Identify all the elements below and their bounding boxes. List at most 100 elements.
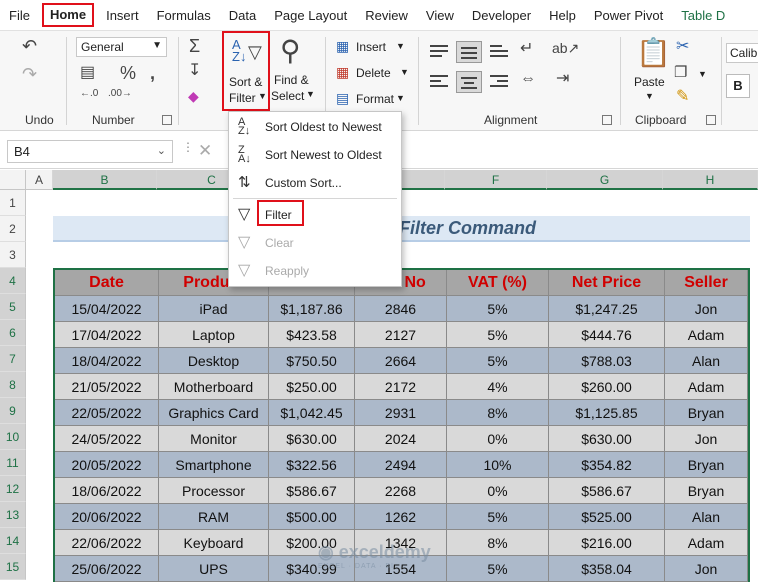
cell-bill-no[interactable]: 2268	[355, 478, 447, 504]
cell-date[interactable]: 25/06/2022	[55, 556, 159, 582]
cell-bill-no[interactable]: 2931	[355, 400, 447, 426]
magnifier-icon[interactable]: ⚲	[280, 37, 301, 65]
fill-icon[interactable]: ↧	[188, 63, 201, 79]
cell-vat[interactable]: 5%	[447, 348, 549, 374]
cell-date[interactable]: 22/06/2022	[55, 530, 159, 556]
tab-home[interactable]: Home	[41, 3, 95, 27]
increase-decimal-icon[interactable]: ←.0	[80, 89, 98, 99]
menu-item-sort-newest-oldest[interactable]: Z A↓ Sort Newest to Oldest	[229, 142, 401, 168]
align-middle-icon[interactable]	[456, 41, 482, 63]
cell-product[interactable]: Desktop	[159, 348, 269, 374]
tab-help[interactable]: Help	[540, 0, 585, 31]
orientation-icon[interactable]: ab↗	[552, 41, 579, 55]
cell-vat[interactable]: 5%	[447, 504, 549, 530]
cell-product[interactable]: Monitor	[159, 426, 269, 452]
cell-product[interactable]: RAM	[159, 504, 269, 530]
cell-vat[interactable]: 5%	[447, 322, 549, 348]
cell-vat[interactable]: 4%	[447, 374, 549, 400]
row-header[interactable]: 15	[0, 554, 26, 580]
cell-bill-no[interactable]: 2494	[355, 452, 447, 478]
number-dialog-launcher-icon[interactable]	[162, 115, 172, 125]
row-header[interactable]: 3	[0, 242, 26, 268]
cell-vat[interactable]: 5%	[447, 556, 549, 582]
bold-button[interactable]: B	[726, 74, 750, 98]
cell-price[interactable]: $630.00	[269, 426, 355, 452]
tab-review[interactable]: Review	[356, 0, 417, 31]
redo-icon[interactable]: ↷	[22, 65, 37, 83]
autosum-icon[interactable]: Σ	[189, 37, 200, 55]
align-right-icon[interactable]	[490, 73, 508, 89]
header-cell-vat[interactable]: VAT (%)	[447, 270, 549, 296]
cell-vat[interactable]: 10%	[447, 452, 549, 478]
select-all-corner[interactable]	[0, 170, 26, 190]
row-header[interactable]: 7	[0, 346, 26, 372]
column-header-a[interactable]: A	[26, 170, 53, 190]
cell-product[interactable]: iPad	[159, 296, 269, 322]
align-center-icon[interactable]	[456, 71, 482, 93]
format-painter-icon[interactable]: ✎	[676, 89, 689, 105]
row-header[interactable]: 11	[0, 450, 26, 476]
cell-net-price[interactable]: $354.82	[549, 452, 665, 478]
row-header[interactable]: 9	[0, 398, 26, 424]
cell-product[interactable]: UPS	[159, 556, 269, 582]
row-header[interactable]: 14	[0, 528, 26, 554]
row-header[interactable]: 5	[0, 294, 26, 320]
tab-file[interactable]: File	[0, 0, 39, 31]
copy-icon[interactable]: ❐	[674, 65, 687, 80]
cell-seller[interactable]: Adam	[665, 530, 748, 556]
cell-product[interactable]: Keyboard	[159, 530, 269, 556]
cell-net-price[interactable]: $630.00	[549, 426, 665, 452]
cell-price[interactable]: $1,042.45	[269, 400, 355, 426]
comma-style-icon[interactable]: ,	[150, 64, 155, 82]
cell-date[interactable]: 15/04/2022	[55, 296, 159, 322]
cell-net-price[interactable]: $525.00	[549, 504, 665, 530]
cell-bill-no[interactable]: 1262	[355, 504, 447, 530]
cell-date[interactable]: 17/04/2022	[55, 322, 159, 348]
tab-power-pivot[interactable]: Power Pivot	[585, 0, 672, 31]
header-cell-date[interactable]: Date	[55, 270, 159, 296]
cell-seller[interactable]: Bryan	[665, 478, 748, 504]
column-header-f[interactable]: F	[445, 170, 547, 190]
cell-vat[interactable]: 0%	[447, 426, 549, 452]
tab-page-layout[interactable]: Page Layout	[265, 0, 356, 31]
cancel-entry-icon[interactable]: ✕	[198, 141, 212, 161]
tab-developer[interactable]: Developer	[463, 0, 540, 31]
cell-net-price[interactable]: $216.00	[549, 530, 665, 556]
cell-net-price[interactable]: $1,247.25	[549, 296, 665, 322]
column-header-h[interactable]: H	[663, 170, 758, 190]
row-header[interactable]: 2	[0, 216, 26, 242]
tab-formulas[interactable]: Formulas	[148, 0, 220, 31]
row-header[interactable]: 8	[0, 372, 26, 398]
cell-product[interactable]: Smartphone	[159, 452, 269, 478]
menu-item-custom-sort[interactable]: ⇅ Custom Sort...	[229, 170, 401, 196]
indent-icon[interactable]: ⇥	[556, 71, 569, 87]
cell-bill-no[interactable]: 2846	[355, 296, 447, 322]
cell-bill-no[interactable]: 2127	[355, 322, 447, 348]
alignment-dialog-launcher-icon[interactable]	[602, 115, 612, 125]
insert-cells-button[interactable]: Insert	[356, 40, 386, 54]
cell-price[interactable]: $423.58	[269, 322, 355, 348]
tab-table-design[interactable]: Table D	[672, 0, 734, 31]
paste-button[interactable]: Paste	[634, 75, 665, 89]
cell-product[interactable]: Graphics Card	[159, 400, 269, 426]
menu-item-filter[interactable]: ▽ Filter	[229, 200, 401, 228]
cell-seller[interactable]: Jon	[665, 556, 748, 582]
column-header-b[interactable]: B	[53, 170, 157, 190]
cell-price[interactable]: $322.56	[269, 452, 355, 478]
merge-center-icon[interactable]: ⇔	[520, 71, 536, 87]
menu-item-clear[interactable]: ▽ Clear	[229, 230, 401, 256]
header-cell-seller[interactable]: Seller	[665, 270, 748, 296]
menu-item-sort-oldest-newest[interactable]: A Z↓ Sort Oldest to Newest	[229, 114, 401, 140]
row-header[interactable]: 10	[0, 424, 26, 450]
sort-filter-button[interactable]: A Z↓ ▽ Sort & Filter ▼	[222, 31, 270, 111]
cell-date[interactable]: 21/05/2022	[55, 374, 159, 400]
cell-vat[interactable]: 8%	[447, 400, 549, 426]
cell-vat[interactable]: 8%	[447, 530, 549, 556]
cell-vat[interactable]: 5%	[447, 296, 549, 322]
align-bottom-icon[interactable]	[490, 43, 508, 59]
row-header[interactable]: 6	[0, 320, 26, 346]
row-header[interactable]: 12	[0, 476, 26, 502]
row-header[interactable]: 13	[0, 502, 26, 528]
cell-product[interactable]: Motherboard	[159, 374, 269, 400]
cell-seller[interactable]: Jon	[665, 296, 748, 322]
